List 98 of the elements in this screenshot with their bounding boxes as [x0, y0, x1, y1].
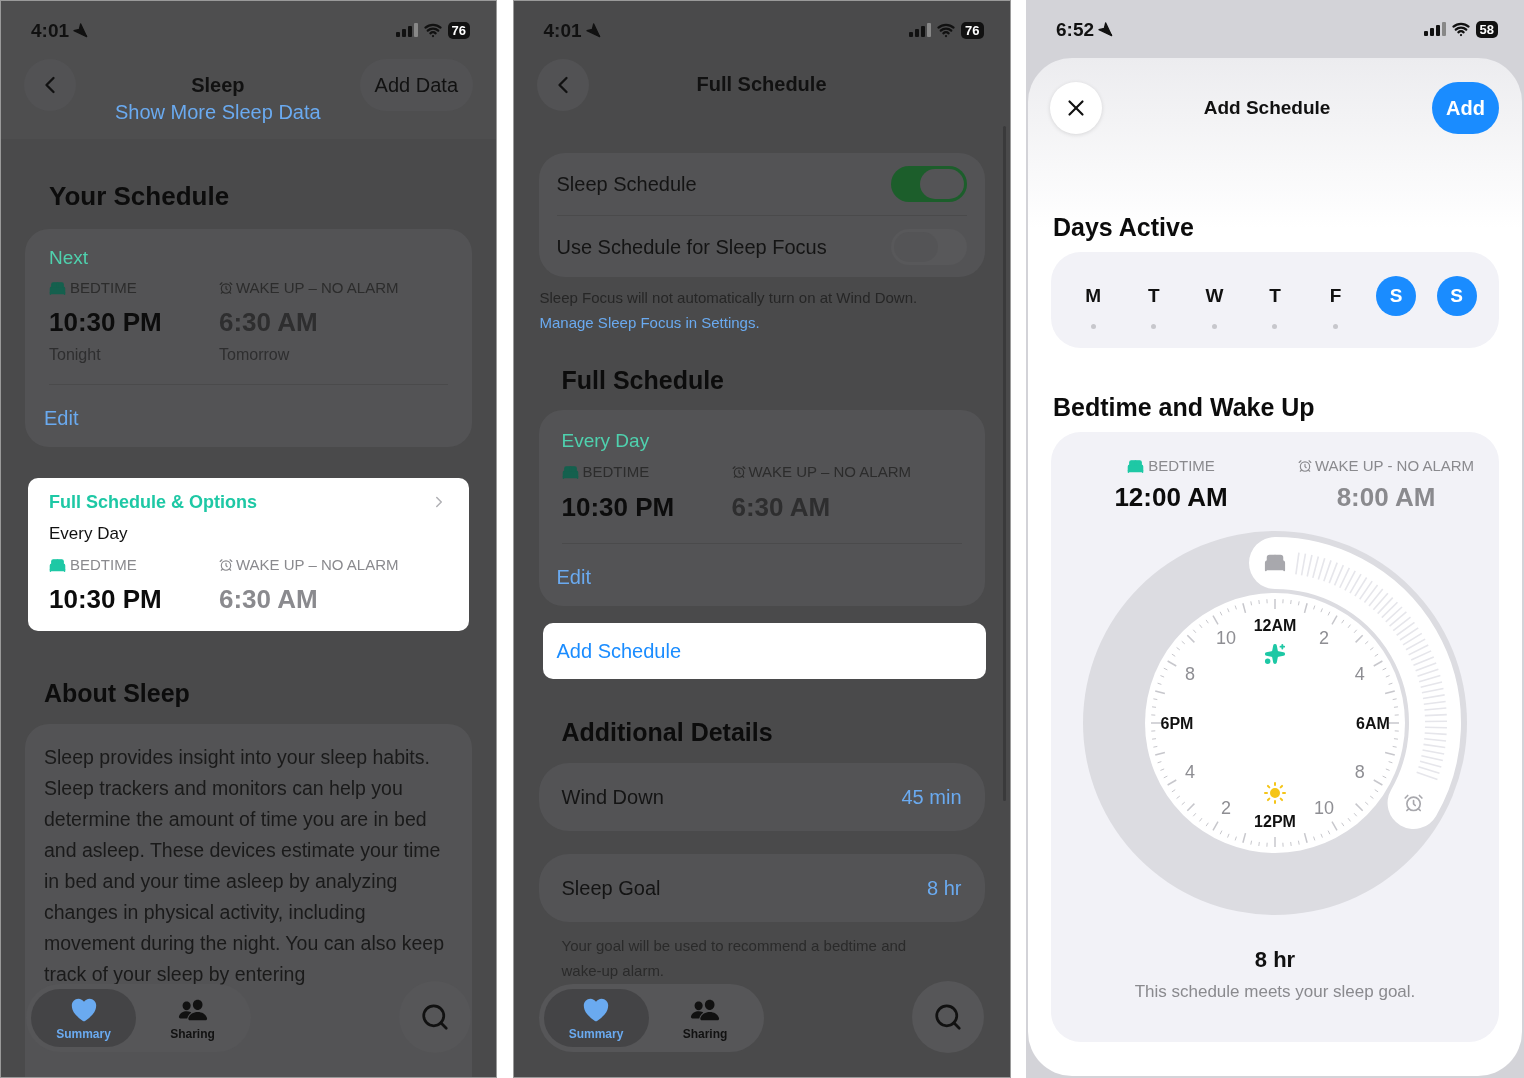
- day-toggle[interactable]: S: [1436, 276, 1477, 316]
- days-label: Every Day: [561, 429, 651, 453]
- edit-link[interactable]: Edit: [556, 565, 591, 589]
- day-toggle[interactable]: F: [1315, 276, 1356, 316]
- tab[interactable]: Sharing: [140, 989, 245, 1047]
- section-heading: About Sleep: [43, 678, 191, 708]
- status-time: 4:01: [31, 20, 70, 40]
- signal-icon: [909, 23, 932, 37]
- status-time: 6:52: [1056, 19, 1095, 39]
- status-time: 4:01: [543, 20, 582, 40]
- day-toggle[interactable]: W: [1194, 276, 1235, 316]
- clock-hour-label: 2: [1221, 797, 1231, 818]
- location-icon: [72, 22, 89, 38]
- clock-hour-label: 8: [1354, 762, 1365, 782]
- bedtime-value: 10:30 PM: [49, 583, 163, 615]
- tab[interactable]: Summary: [31, 989, 136, 1047]
- wake-up-value: 8:00 AM: [1335, 481, 1437, 513]
- wake-up-label: WAKE UP - NO ALARM: [1314, 456, 1475, 476]
- detail-label: Wind Down: [561, 785, 664, 810]
- alarm-clock-icon: [731, 465, 746, 479]
- alarm-clock-icon: [1297, 459, 1312, 473]
- add-button[interactable]: Add: [1432, 82, 1499, 134]
- day-toggle[interactable]: S: [1376, 276, 1417, 316]
- clock-hour-label: 6PM: [1160, 715, 1194, 732]
- day-toggle[interactable]: M: [1073, 276, 1114, 316]
- alarm-handle-icon[interactable]: [1405, 795, 1422, 811]
- bed-handle-icon[interactable]: [1265, 555, 1285, 571]
- sun-icon: [1265, 783, 1285, 803]
- day-toggle[interactable]: T: [1133, 276, 1174, 316]
- clock-hour-label: 4: [1185, 762, 1196, 782]
- about-text: Sleep provides insight into your sleep habits. Sleep trackers and monitors can help you determine the amount of time you are in bed and asleep. These devices estimate your time in bed and your time asleep by analyzing changes in physical activity, including movement during the night. You can also keep track of your sleep by entering: [44, 745, 446, 987]
- schedule-options-card[interactable]: Full Schedule & Options Every Day BEDTIME WAKE UP – NO ALARM 10:30 PM 6:30 AM: [28, 478, 469, 631]
- bed-icon: [561, 463, 579, 481]
- clock-hour-label: 8: [1185, 664, 1196, 684]
- section-heading: Bedtime and Wake Up: [1052, 392, 1316, 422]
- clock-hour-label: 6AM: [1356, 715, 1390, 732]
- search-icon: [932, 1002, 963, 1032]
- clock-hour-label: 10: [1216, 628, 1236, 649]
- sparkles-icon: [1265, 644, 1285, 664]
- sleep-range-arc[interactable]: [1249, 537, 1461, 829]
- clock-hour-label: 10: [1314, 797, 1334, 818]
- wifi-icon: [1451, 20, 1470, 38]
- bedtime-value: 10:30 PM: [561, 491, 676, 523]
- section-heading: Days Active: [1052, 212, 1195, 242]
- tab[interactable]: Summary: [543, 989, 649, 1047]
- clock-hour-label: 2: [1319, 628, 1329, 649]
- wake-up-label: WAKE UP – NO ALARM: [236, 555, 399, 575]
- screen-title: Sleep: [191, 73, 245, 97]
- alarm-clock-icon: [219, 281, 233, 295]
- goal-message: This schedule meets your sleep goal.: [1133, 981, 1417, 1003]
- wifi-icon: [423, 21, 442, 39]
- clock-hour-label: 12PM: [1254, 813, 1296, 830]
- edit-link[interactable]: Edit: [44, 406, 79, 430]
- setting-label: Sleep Schedule: [556, 172, 697, 197]
- detail-label: Sleep Goal: [561, 876, 661, 901]
- add-schedule-button[interactable]: Add Schedule: [542, 623, 986, 679]
- search-icon: [420, 1002, 450, 1032]
- detail-value: 8 hr: [927, 876, 962, 901]
- sleep-clock-dial[interactable]: 12AM 10 8 6PM 4 2 2 4 6AM 8 10 12PM: [1075, 523, 1475, 923]
- signal-icon: [395, 23, 418, 37]
- battery-indicator: 76: [961, 21, 984, 39]
- add-data-button[interactable]: Add Data: [359, 59, 473, 111]
- battery-indicator: 76: [447, 21, 470, 39]
- wake-up-value: 6:30 AM: [219, 583, 319, 615]
- wifi-icon: [937, 21, 956, 39]
- clock-hour-label: 4: [1354, 664, 1365, 684]
- sleep-duration: 8 hr: [1253, 947, 1297, 973]
- card-title: Full Schedule & Options: [49, 491, 257, 514]
- section-heading: Your Schedule: [48, 181, 231, 211]
- section-heading: Additional Details: [560, 717, 774, 747]
- tab[interactable]: Sharing: [652, 989, 758, 1047]
- location-icon: [584, 22, 601, 38]
- toggle-switch[interactable]: [890, 166, 967, 202]
- next-label: Next: [49, 248, 90, 268]
- bed-icon: [49, 556, 66, 574]
- section-heading: Full Schedule: [560, 365, 726, 395]
- bed-icon: [1127, 457, 1145, 475]
- sheet-title: Add Schedule: [1203, 95, 1331, 120]
- battery-indicator: 58: [1475, 20, 1498, 38]
- close-button[interactable]: [1050, 82, 1102, 134]
- location-icon: [1097, 21, 1114, 37]
- bedtime-value: 12:00 AM: [1113, 481, 1229, 513]
- clock-hour-label: 12AM: [1253, 617, 1297, 634]
- settings-link[interactable]: Manage Sleep Focus in Settings.: [539, 310, 760, 335]
- bedtime-label: BEDTIME: [70, 555, 137, 575]
- setting-label: Use Schedule for Sleep Focus: [556, 234, 827, 260]
- days-label: Every Day: [49, 523, 129, 545]
- detail-value: 45 min: [901, 785, 962, 810]
- bed-icon: [49, 279, 66, 297]
- day-toggle[interactable]: T: [1255, 276, 1295, 316]
- screen-title: Full Schedule: [696, 72, 827, 96]
- bedtime-label: BEDTIME: [1148, 456, 1215, 476]
- signal-icon: [1423, 22, 1446, 36]
- detail-row[interactable]: Sleep Goal 8 hr: [538, 854, 985, 922]
- show-more-link[interactable]: Show More Sleep Data: [114, 100, 321, 124]
- bedtime-value: 10:30 PM: [49, 306, 163, 338]
- detail-row[interactable]: Wind Down 45 min: [538, 763, 985, 831]
- alarm-clock-icon: [219, 558, 233, 572]
